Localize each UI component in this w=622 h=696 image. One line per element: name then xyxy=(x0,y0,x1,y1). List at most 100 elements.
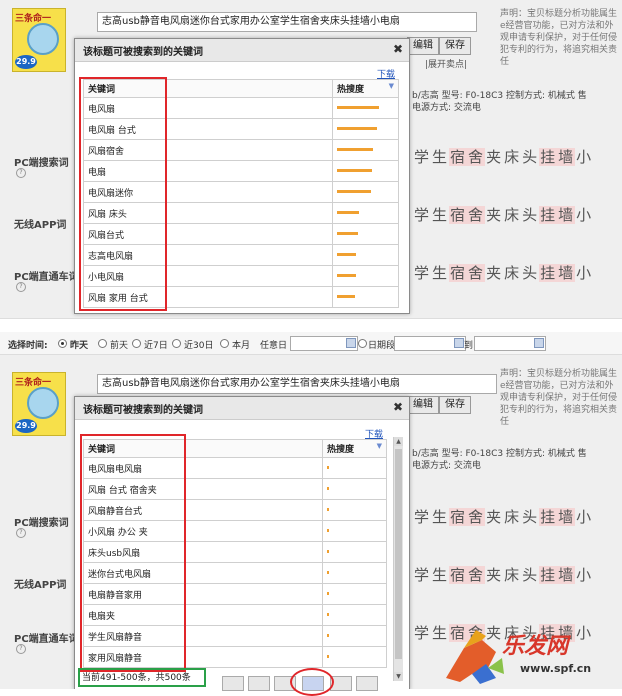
title-word[interactable]: 小 xyxy=(575,566,593,584)
title-word[interactable]: 学 xyxy=(413,624,431,642)
title-word[interactable]: 墙 xyxy=(557,508,576,526)
calendar-icon[interactable] xyxy=(454,338,464,348)
title-word[interactable]: 小 xyxy=(575,148,593,166)
title-word[interactable]: 生 xyxy=(431,508,449,526)
title-word[interactable]: 墙 xyxy=(557,264,576,282)
help-icon[interactable]: ? xyxy=(16,168,26,178)
title-word[interactable]: 学 xyxy=(413,264,431,282)
row-label-pc-search: PC端搜索词 xyxy=(14,158,69,169)
title-word[interactable]: 宿 xyxy=(449,566,468,584)
scroll-up-icon[interactable]: ▲ xyxy=(394,437,403,446)
title-word[interactable]: 小 xyxy=(575,508,593,526)
title-word[interactable]: 生 xyxy=(431,206,449,224)
title-word[interactable]: 学 xyxy=(413,148,431,166)
title-word[interactable]: 宿 xyxy=(449,206,468,224)
title-word[interactable]: 墙 xyxy=(557,566,576,584)
expand-selling-points-link[interactable]: |展开卖点| xyxy=(425,57,467,70)
save-button[interactable]: 保存 xyxy=(439,396,471,414)
product-thumbnail[interactable]: 三条命一 29.9 xyxy=(12,372,66,436)
title-word[interactable]: 宿 xyxy=(449,264,468,282)
title-word[interactable]: 学 xyxy=(413,206,431,224)
title-word[interactable]: 挂 xyxy=(539,206,558,224)
title-word[interactable]: 学 xyxy=(413,508,431,526)
title-word[interactable]: 挂 xyxy=(539,566,558,584)
help-icon[interactable]: ? xyxy=(16,644,26,654)
title-word[interactable]: 生 xyxy=(431,148,449,166)
column-header-heat[interactable]: 热搜度 ▼ xyxy=(322,439,387,458)
radio-30-days[interactable] xyxy=(172,339,181,348)
title-word[interactable]: 舍 xyxy=(467,206,486,224)
title-word[interactable]: 宿 xyxy=(449,148,468,166)
title-word[interactable]: 墙 xyxy=(557,206,576,224)
start-date-input[interactable] xyxy=(394,336,466,351)
heat-bar xyxy=(337,211,359,214)
title-word[interactable]: 夹 xyxy=(485,508,503,526)
title-word[interactable]: 宿 xyxy=(449,508,468,526)
title-word[interactable]: 舍 xyxy=(467,566,486,584)
modal-title: 该标题可被搜索到的关键词 xyxy=(83,405,203,416)
title-word[interactable]: 生 xyxy=(431,264,449,282)
sort-icon[interactable]: ▼ xyxy=(377,442,382,450)
thumbnail-banner: 三条命一 xyxy=(15,14,52,24)
title-word[interactable]: 生 xyxy=(431,566,449,584)
radio-yesterday[interactable] xyxy=(58,339,67,348)
title-word[interactable]: 挂 xyxy=(539,264,558,282)
sort-icon[interactable]: ▼ xyxy=(389,82,394,90)
title-word[interactable]: 挂 xyxy=(539,148,558,166)
title-word[interactable]: 床 xyxy=(503,508,521,526)
radio-this-month[interactable] xyxy=(220,339,229,348)
save-button[interactable]: 保存 xyxy=(439,37,471,55)
title-word[interactable]: 床 xyxy=(503,206,521,224)
title-word[interactable]: 夹 xyxy=(485,566,503,584)
end-date-input[interactable] xyxy=(474,336,546,351)
modal-scrollbar[interactable]: ▲ ▼ xyxy=(393,437,403,681)
scroll-down-icon[interactable]: ▼ xyxy=(394,672,403,681)
time-filter-label: 选择时间: xyxy=(8,341,48,351)
row-label-pc-ztc: PC端直通车词 xyxy=(14,634,79,645)
help-icon[interactable]: ? xyxy=(16,282,26,292)
title-word[interactable]: 夹 xyxy=(485,206,503,224)
close-icon[interactable]: ✖ xyxy=(393,42,403,56)
product-thumbnail[interactable]: 三条命一 29.9 xyxy=(12,8,66,72)
title-word[interactable]: 床 xyxy=(503,148,521,166)
edit-button[interactable]: 编辑 xyxy=(407,37,439,55)
listing-title-input[interactable]: 志高usb静音电风扇迷你台式家用办公室学生宿舍夹床头挂墙小电扇 xyxy=(97,12,477,32)
heat-bar xyxy=(337,169,372,172)
title-word[interactable]: 学 xyxy=(413,566,431,584)
calendar-icon[interactable] xyxy=(346,338,356,348)
title-word[interactable]: 挂 xyxy=(539,508,558,526)
radio-7-days[interactable] xyxy=(132,339,141,348)
title-word[interactable]: 小 xyxy=(575,206,593,224)
disclaimer-text: 声明：宝贝标题分析功能属生e经营官功能，已对方法和外观申请专利保护，对于任何侵犯… xyxy=(500,369,618,427)
title-word[interactable]: 头 xyxy=(521,508,539,526)
edit-button[interactable]: 编辑 xyxy=(407,396,439,414)
radio-day-before[interactable] xyxy=(98,339,107,348)
help-icon[interactable]: ? xyxy=(16,528,26,538)
title-word[interactable]: 舍 xyxy=(467,508,486,526)
title-word[interactable]: 夹 xyxy=(485,148,503,166)
any-day-date-input[interactable] xyxy=(290,336,358,351)
scrollbar-thumb[interactable] xyxy=(395,449,402,659)
column-header-heat[interactable]: 热搜度 ▼ xyxy=(332,79,399,98)
to-label: 到 xyxy=(464,341,474,351)
listing-title-input[interactable]: 志高usb静音电风扇迷你台式家用办公室学生宿舍夹床头挂墙小电扇 xyxy=(97,374,497,394)
title-word[interactable]: 头 xyxy=(521,264,539,282)
close-icon[interactable]: ✖ xyxy=(393,400,403,414)
radio-date-range[interactable] xyxy=(358,339,367,348)
title-word[interactable]: 舍 xyxy=(467,148,486,166)
title-word[interactable]: 夹 xyxy=(485,264,503,282)
heat-bar xyxy=(327,592,329,595)
current-page-highlight xyxy=(290,668,334,696)
title-word[interactable]: 头 xyxy=(521,566,539,584)
title-word[interactable]: 舍 xyxy=(467,264,486,282)
heat-bar xyxy=(327,613,329,616)
title-word[interactable]: 小 xyxy=(575,264,593,282)
title-word[interactable]: 床 xyxy=(503,264,521,282)
heat-bar xyxy=(327,571,329,574)
title-word[interactable]: 头 xyxy=(521,206,539,224)
title-word[interactable]: 墙 xyxy=(557,148,576,166)
title-word[interactable]: 床 xyxy=(503,566,521,584)
title-word[interactable]: 头 xyxy=(521,148,539,166)
calendar-icon[interactable] xyxy=(534,338,544,348)
time-filter-bar: 选择时间: 昨天 前天 近7日 近30日 本月 任意日 日期段 到 xyxy=(0,332,622,355)
